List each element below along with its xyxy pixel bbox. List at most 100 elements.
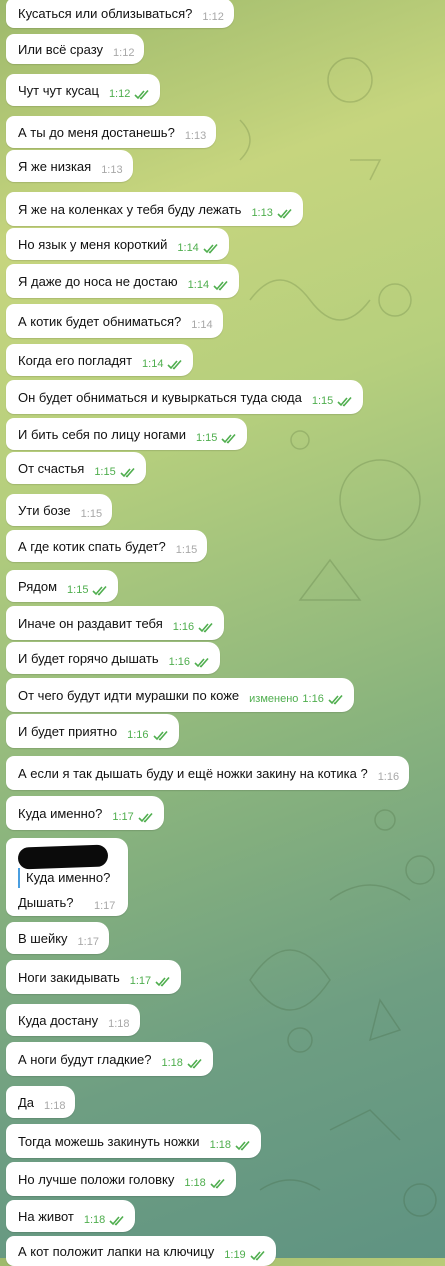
- double-check-icon: [138, 812, 153, 823]
- reply-message-time: 1:17: [94, 900, 116, 912]
- message-bubble[interactable]: И будет горячо дышать 1:16: [6, 642, 221, 674]
- message-bubble[interactable]: А котик будет обниматься? 1:14: [6, 304, 223, 338]
- message-time: 1:14: [191, 319, 213, 331]
- message-time: 1:12: [113, 47, 135, 59]
- message-bubble[interactable]: И будет приятно 1:16: [6, 714, 179, 748]
- message-bubble[interactable]: Иначе он раздавит тебя 1:16: [6, 606, 225, 640]
- message-bubble[interactable]: Рядом 1:15: [6, 570, 119, 602]
- message-time: 1:18: [83, 1214, 106, 1226]
- message-text: И бить себя по лицу ногами: [18, 426, 186, 442]
- message-bubble[interactable]: Кусаться или облизываться? 1:12: [6, 0, 234, 28]
- message-bubble[interactable]: Да 1:18: [6, 1086, 76, 1118]
- message-text: Ноги закидывать: [18, 969, 120, 985]
- message-bubble[interactable]: Ноги закидывать 1:17: [6, 960, 182, 994]
- double-check-icon: [328, 694, 343, 705]
- double-check-icon: [235, 1140, 250, 1151]
- message-bubble[interactable]: И бить себя по лицу ногами 1:15: [6, 418, 248, 450]
- message-meta: 1:15: [67, 584, 108, 596]
- double-check-icon: [152, 730, 168, 741]
- message-text: А котик будет обниматься?: [18, 313, 182, 329]
- message-meta: 1:16: [378, 771, 399, 783]
- double-check-icon: [187, 1058, 202, 1069]
- double-check-icon: [277, 208, 292, 219]
- message-text: Куда именно?: [18, 805, 103, 821]
- message-bubble[interactable]: Я же низкая 1:13: [6, 150, 133, 182]
- message-text: Рядом: [18, 578, 58, 594]
- message-time: 1:14: [177, 242, 199, 254]
- message-text: А если я так дышать буду и ещё ножки зак…: [18, 765, 368, 781]
- message-bubble[interactable]: Но язык у меня короткий 1:14: [6, 228, 229, 260]
- message-time: 1:16: [127, 729, 149, 741]
- message-text: Иначе он раздавит тебя: [18, 615, 163, 631]
- message-meta: 1:15: [176, 544, 197, 556]
- chat-message-list[interactable]: Кусаться или облизываться? 1:12 Или всё ср…: [0, 0, 445, 1266]
- message-text: Я же низкая: [18, 158, 92, 174]
- message-bubble[interactable]: От счастья 1:15: [6, 452, 146, 484]
- message-meta: 1:18: [210, 1139, 251, 1151]
- message-text: От чего будут идти мурашки по коже: [18, 687, 240, 703]
- message-bubble[interactable]: А кот положит лапки на ключицу 1:19: [6, 1236, 276, 1266]
- message-meta: 1:12: [113, 47, 134, 59]
- message-text: Когда его погладят: [18, 352, 133, 368]
- message-bubble[interactable]: Когда его погладят 1:14: [6, 344, 194, 376]
- double-check-icon: [194, 657, 209, 668]
- message-bubble[interactable]: Или всё сразу 1:12: [6, 34, 145, 64]
- message-bubble[interactable]: Он будет обниматься и кувыркаться туда с…: [6, 380, 364, 414]
- message-bubble[interactable]: А если я так дышать буду и ещё ножки зак…: [6, 756, 410, 790]
- message-time: 1:18: [108, 1018, 130, 1030]
- message-time: 1:12: [108, 88, 131, 100]
- message-text: Но язык у меня короткий: [18, 236, 168, 252]
- double-check-icon: [221, 433, 237, 444]
- message-meta: 1:13: [251, 207, 292, 219]
- double-check-icon: [109, 1215, 124, 1226]
- message-bubble[interactable]: Куда именно? 1:17: [6, 796, 164, 830]
- message-bubble[interactable]: От чего будут идти мурашки по коже измене…: [6, 678, 354, 712]
- message-bubble[interactable]: На живот 1:18: [6, 1200, 136, 1232]
- message-time: 1:14: [187, 279, 210, 291]
- message-bubble[interactable]: Тогда можешь закинуть ножки 1:18: [6, 1124, 261, 1158]
- message-meta: 1:14: [191, 319, 212, 331]
- message-meta: 1:17: [130, 975, 171, 987]
- message-time: 1:12: [202, 11, 224, 23]
- message-bubble[interactable]: Я же на коленках у тебя буду лежать 1:13: [6, 192, 303, 226]
- message-time: 1:18: [209, 1139, 231, 1151]
- message-text: На живот: [18, 1208, 74, 1224]
- message-bubble[interactable]: Ути бозе 1:15: [6, 494, 113, 526]
- message-time: 1:18: [44, 1100, 66, 1112]
- message-meta: 1:19: [224, 1249, 265, 1261]
- message-bubble[interactable]: А где котик спать будет? 1:15: [6, 530, 208, 562]
- message-meta: 1:16: [127, 729, 168, 741]
- message-meta: 1:14: [177, 242, 218, 254]
- message-text: Я же на коленках у тебя буду лежать: [18, 201, 242, 217]
- message-bubble[interactable]: А ноги будут гладкие? 1:18: [6, 1042, 213, 1076]
- message-meta: 1:13: [101, 164, 122, 176]
- message-meta: 1:14: [188, 279, 229, 291]
- message-meta: 1:18: [108, 1018, 129, 1030]
- message-time: 1:14: [142, 358, 164, 370]
- message-meta: 1:18: [44, 1100, 65, 1112]
- message-time: 1:15: [80, 508, 103, 520]
- message-bubble[interactable]: В шейку 1:17: [6, 922, 109, 954]
- message-text: В шейку: [18, 930, 68, 946]
- message-text: Или всё сразу: [18, 41, 104, 57]
- message-meta: 1:18: [84, 1214, 125, 1226]
- message-text: А ты до меня достанешь?: [18, 124, 175, 140]
- message-bubble[interactable]: Но лучше положи головку 1:18: [6, 1162, 236, 1196]
- reply-message-text: Дышать?: [18, 895, 74, 910]
- message-time: 1:16: [172, 621, 195, 633]
- double-check-icon: [134, 89, 149, 100]
- message-time: 1:18: [161, 1057, 183, 1069]
- message-bubble[interactable]: А ты до меня достанешь? 1:13: [6, 116, 217, 148]
- reply-message-bubble[interactable]: Куда именно? Дышать? 1:17: [6, 838, 128, 916]
- message-time: 1:16: [377, 771, 400, 783]
- message-text: Но лучше положи головку: [18, 1171, 175, 1187]
- message-time: 1:16: [302, 693, 324, 705]
- message-bubble[interactable]: Чут чут кусац 1:12: [6, 74, 161, 106]
- message-meta: изменено 1:16: [249, 693, 344, 705]
- message-meta: 1:13: [185, 130, 206, 142]
- message-text: Кусаться или облизываться?: [18, 5, 193, 21]
- message-bubble[interactable]: Я даже до носа не достаю 1:14: [6, 264, 240, 298]
- message-time: 1:18: [184, 1177, 206, 1189]
- message-bubble[interactable]: Куда достану 1:18: [6, 1004, 140, 1036]
- message-meta: 1:14: [142, 358, 183, 370]
